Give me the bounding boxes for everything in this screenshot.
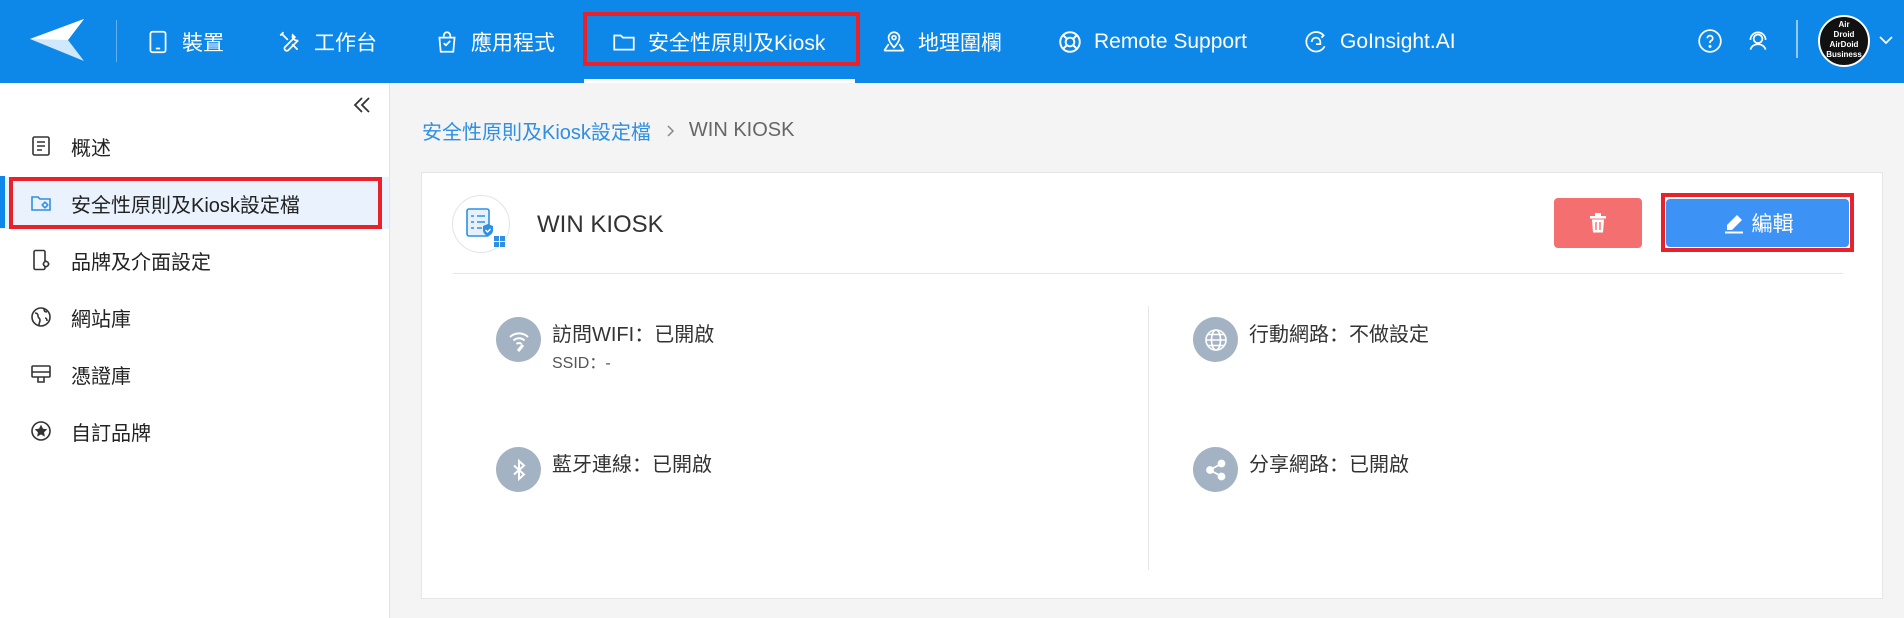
sidebar-item-label: 概述 [71,137,111,160]
bluetooth-icon [496,447,541,492]
lifebuoy-icon [1059,30,1081,53]
sidebar-active-indicator [0,176,5,228]
wifi-access-status: 訪問WIFI：已開啟 [552,324,715,346]
nav-geofence[interactable]: 地理圍欄 [881,0,1002,83]
sidebar-item-label: 憑證庫 [71,365,131,388]
collapse-sidebar-icon[interactable] [350,93,374,117]
tablet-icon [149,30,167,53]
breadcrumb-current: WIN KIOSK [688,119,795,141]
nav-goinsight-label: GoInsight.AI [1340,29,1456,53]
policy-icon [452,195,510,253]
network-globe-icon [1193,317,1238,362]
certificate-icon [31,365,51,383]
phone-settings-icon [33,249,50,271]
star-badge-icon [31,421,51,441]
tools-icon [279,31,299,52]
bluetooth-status: 藍牙連線：已開啟 [552,454,712,476]
nav-active-indicator [584,79,855,83]
sidebar-item-label: 自訂品牌 [71,422,151,445]
trash-icon [1590,213,1606,233]
breadcrumb: 安全性原則及Kiosk設定檔 WIN KIOSK [422,116,794,145]
nav-devices-label: 裝置 [182,31,224,55]
nav-apps-label: 應用程式 [471,31,555,55]
nav-remote-support-label: Remote Support [1094,29,1247,53]
nav-workbench-label: 工作台 [314,31,377,55]
policy-title: WIN KIOSK [537,211,664,238]
card-divider [453,273,1843,274]
support-agent-icon[interactable] [1745,28,1771,54]
airdroid-logo[interactable] [28,17,86,63]
sidebar-item-label: 網站庫 [71,308,131,331]
avatar-text-line: Air [1838,20,1850,29]
nav-divider [116,20,117,62]
delete-button[interactable] [1554,198,1642,248]
sidebar-item-certificate-library[interactable]: 憑證庫 [0,348,389,400]
nav-remote-support[interactable]: Remote Support [1057,0,1247,83]
sidebar-item-custom-brand[interactable]: 自訂品牌 [0,405,389,457]
avatar-text-line: Business [1826,50,1862,59]
breadcrumb-parent-link[interactable]: 安全性原則及Kiosk設定檔 [422,116,651,145]
wifi-ssid: SSID：- [552,355,611,372]
nav-divider-right [1796,20,1798,58]
column-divider [1148,306,1149,570]
shopping-bag-icon [438,30,456,53]
sidebar-item-brand-ui[interactable]: 品牌及介面設定 [0,234,389,286]
map-pin-icon [883,30,905,52]
wifi-icon [496,317,541,362]
nav-workbench[interactable]: 工作台 [277,0,377,83]
chevron-down-icon[interactable] [1878,34,1894,46]
policy-detail-card: WIN KIOSK 編輯 訪問WIFI：已開啟 SSID：- 行動網路：不做設定… [421,172,1883,599]
user-avatar[interactable]: Air Droid AirDoid Business [1818,15,1870,67]
avatar-text-line: Droid [1833,30,1855,39]
share-icon [1193,447,1238,492]
nav-apps[interactable]: 應用程式 [434,0,555,83]
mobile-network-status: 行動網路：不做設定 [1249,324,1429,346]
sidebar-item-overview[interactable]: 概述 [0,120,389,172]
nav-devices[interactable]: 裝置 [145,0,224,83]
hotspot-sharing-status: 分享網路：已開啟 [1249,454,1409,476]
overview-icon [32,136,50,156]
highlight-box-sidebar [9,177,382,229]
windows-policy-icon [466,208,505,247]
sidebar-item-web-library[interactable]: 網站庫 [0,291,389,343]
sidebar-item-label: 品牌及介面設定 [71,251,211,274]
help-icon[interactable] [1697,28,1723,54]
avatar-text-line: AirDoid [1829,40,1859,49]
highlight-box-edit [1661,193,1854,252]
top-navigation-bar: 裝置 工作台 應用程式 安全性原則及Kiosk 地理圍欄 Remote Supp… [0,0,1904,83]
highlight-box-nav [583,12,860,66]
globe-icon [31,307,51,327]
nav-geofence-label: 地理圍欄 [918,31,1002,55]
nav-goinsight[interactable]: GoInsight.AI [1303,0,1456,83]
chevron-right-icon [667,124,674,137]
goinsight-icon [1305,30,1326,52]
